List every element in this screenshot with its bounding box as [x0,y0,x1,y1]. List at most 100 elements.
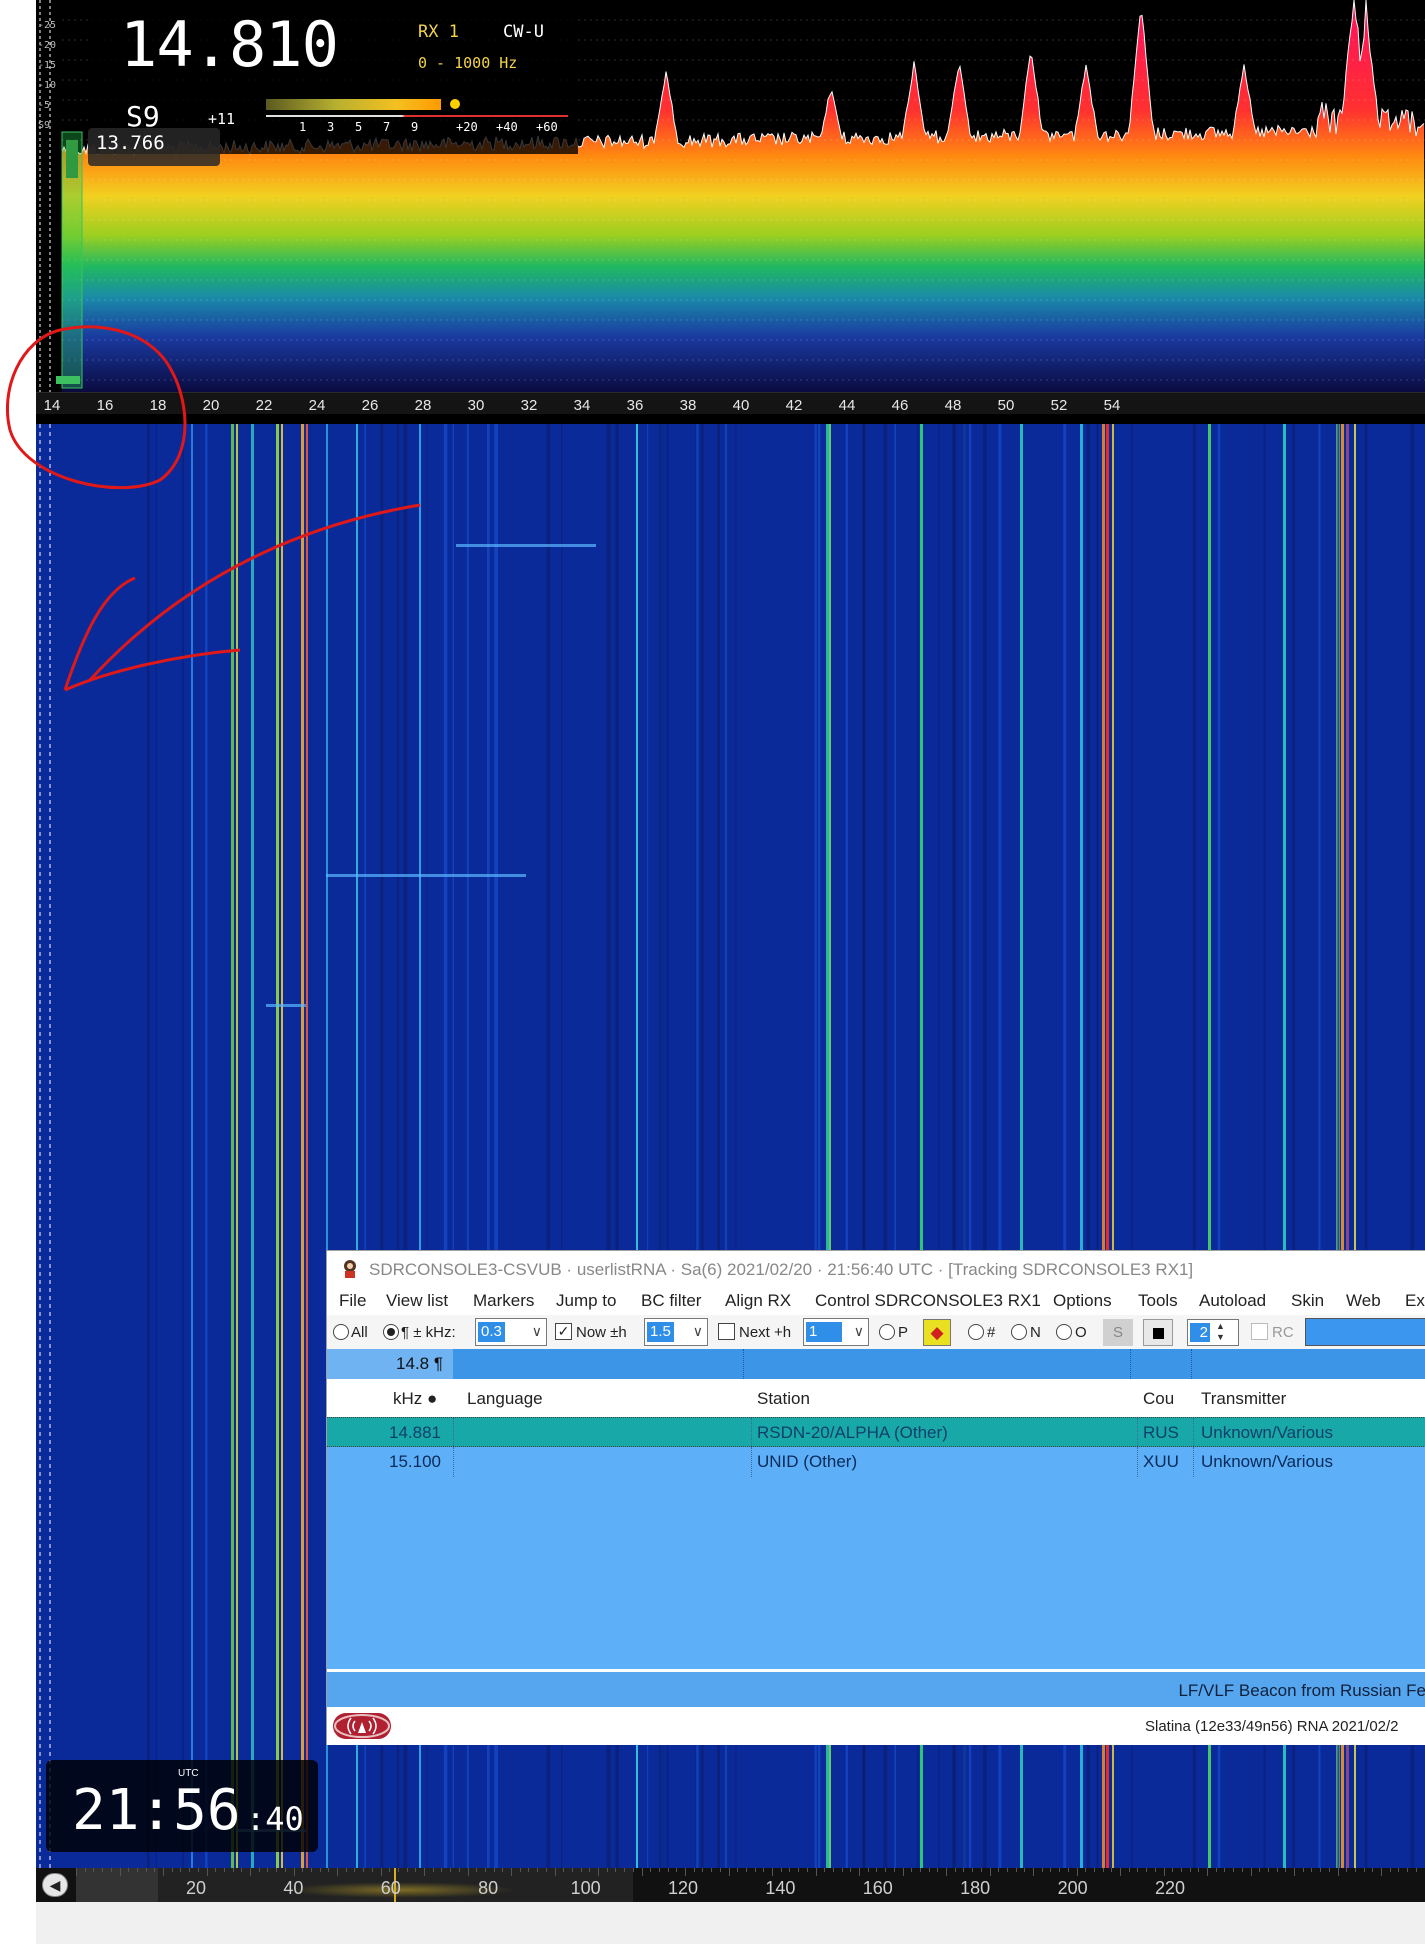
waterfall-burst [266,1004,306,1007]
search-input[interactable] [1305,1318,1425,1346]
cell-transmitter: Unknown/Various [1201,1423,1333,1442]
khz-tolerance-select[interactable]: 0.3 ∨ [475,1318,547,1346]
rewind-icon: ◀ [49,1877,61,1893]
overview-tick [345,1868,347,1872]
overview-tick [310,1868,312,1872]
menu-ext[interactable]: Ext [1405,1291,1425,1311]
overview-tick [450,1868,452,1872]
spin-arrows-icon[interactable]: ▲ ▼ [1216,1321,1225,1343]
menu-file[interactable]: File [339,1291,366,1311]
overview-tick [1302,1868,1304,1872]
smeter-over-value: +11 [208,110,236,128]
all-radio[interactable] [333,1324,349,1340]
overview-tick [432,1868,434,1872]
overview-tick [276,1868,278,1872]
rc-checkbox-label: RC [1272,1324,1294,1341]
khz-radio[interactable] [383,1324,399,1340]
overview-tick-label: 200 [1057,1878,1088,1898]
overview-tick [110,1868,112,1872]
radio-waves-icon [334,1714,390,1738]
next-hours-select[interactable]: 1 ∨ [803,1318,869,1346]
overview-tick [1189,1868,1191,1872]
overview-tick [676,1868,678,1872]
frequency-filter-row[interactable]: 14.8 ¶ [327,1349,1425,1379]
overview-tick [215,1868,217,1872]
overview-tick [624,1868,626,1872]
spectrum-display[interactable]: -25 -20 -15 -10 -5 S9 14.810 RX 1 CW-U 0… [36,0,1425,392]
overview-tick-label: 40 [283,1878,304,1898]
menu-web[interactable]: Web [1346,1291,1381,1311]
header-station[interactable]: Station [757,1389,810,1409]
now-hours-select[interactable]: 1.5 ∨ [644,1318,708,1346]
menu-view-list[interactable]: View list [386,1291,448,1311]
overview-tick [1102,1868,1104,1872]
smeter-tick-label: 1 [299,120,307,134]
p-radio[interactable] [879,1324,895,1340]
menu-bc-filter[interactable]: BC filter [641,1291,701,1311]
column-separator [1193,1447,1194,1477]
column-separator [1193,1418,1194,1448]
frequency-tick-label: 40 [732,397,750,414]
n-radio[interactable] [1011,1324,1027,1340]
overview-tick [1354,1868,1356,1872]
frequency-tick-label: 32 [520,397,538,414]
menu-autoload[interactable]: Autoload [1199,1291,1266,1311]
now-checkbox[interactable]: ✓ [555,1323,572,1340]
overview-tick [1120,1868,1121,1876]
overview-tick [1337,1868,1339,1876]
overview-tick [171,1868,173,1872]
frequency-scale[interactable]: 14 16 18 20 22 24 26 28 30 32 34 36 38 40 42 44 46 48 50 52… [36,392,1425,414]
waterfall-noise-line [146,424,150,1868]
overview-tick [1137,1868,1139,1872]
overview-tick [1067,1868,1069,1872]
mode-label[interactable]: CW-U [503,22,544,42]
next-checkbox[interactable] [718,1323,735,1340]
count-spinner-value: 2 [1190,1323,1210,1342]
menu-skin[interactable]: Skin [1291,1291,1324,1311]
overview-tick [1033,1868,1034,1876]
window-title-bar[interactable]: SDRCONSOLE3-CSVUB · userlistRNA · Sa(6) … [327,1251,1425,1285]
antenna-icon-button[interactable]: ◆ [923,1319,951,1346]
khz-tolerance-value: 0.3 [478,1322,505,1342]
frequency-tick-label: 26 [361,397,379,414]
eibi-logo-icon[interactable] [333,1713,391,1739]
s-button[interactable]: S [1103,1319,1133,1346]
overview-tick-label: 80 [478,1878,499,1898]
overview-tick [571,1868,573,1872]
overview-tick [1076,1868,1078,1876]
menu-jump-to[interactable]: Jump to [556,1291,616,1311]
menu-markers[interactable]: Markers [473,1291,534,1311]
table-row[interactable]: 15.100 UNID (Other) XUU Unknown/Various [327,1447,1425,1477]
menu-align-rx[interactable]: Align RX [725,1291,791,1311]
overview-tick [467,1868,469,1876]
waterfall-trace [301,424,304,1868]
menu-tools[interactable]: Tools [1138,1291,1178,1311]
overview-tick [337,1868,338,1876]
column-separator [751,1418,752,1448]
rewind-button[interactable]: ◀ [42,1873,68,1897]
clock-hours-minutes: 21:56 [72,1778,241,1843]
hash-radio[interactable] [968,1324,984,1340]
header-transmitter[interactable]: Transmitter [1201,1389,1286,1409]
header-country[interactable]: Cou [1143,1389,1174,1409]
table-row[interactable]: 14.881 RSDN-20/ALPHA (Other) RUS Unknown… [327,1417,1425,1448]
stop-icon [1153,1328,1164,1339]
vfo-frequency[interactable]: 14.810 [120,8,339,81]
overview-tick [250,1868,251,1876]
header-khz[interactable]: kHz ● [393,1389,437,1409]
overview-tick [206,1868,208,1876]
stop-button[interactable] [1143,1319,1173,1346]
header-language[interactable]: Language [467,1389,543,1409]
frequency-tick-label: 50 [997,397,1015,414]
count-spinner[interactable]: 2 ▲ ▼ [1187,1319,1239,1346]
overview-tick [876,1868,878,1872]
table-header: kHz ● Language Station Cou Transmitter [327,1379,1425,1417]
status-text: Slatina (12e33/49n56) RNA 2021/02/2 [1145,1718,1399,1735]
menu-options[interactable]: Options [1053,1291,1112,1311]
overview-scale-bar[interactable]: ◀ 20 40 60 80 100 120 140 160 180 200 220 [36,1868,1425,1902]
rc-checkbox[interactable] [1251,1323,1268,1340]
overview-tick [806,1868,808,1872]
menu-control-rx[interactable]: Control SDRCONSOLE3 RX1 [815,1291,1041,1311]
o-radio[interactable] [1056,1324,1072,1340]
waterfall-burst [326,874,526,877]
